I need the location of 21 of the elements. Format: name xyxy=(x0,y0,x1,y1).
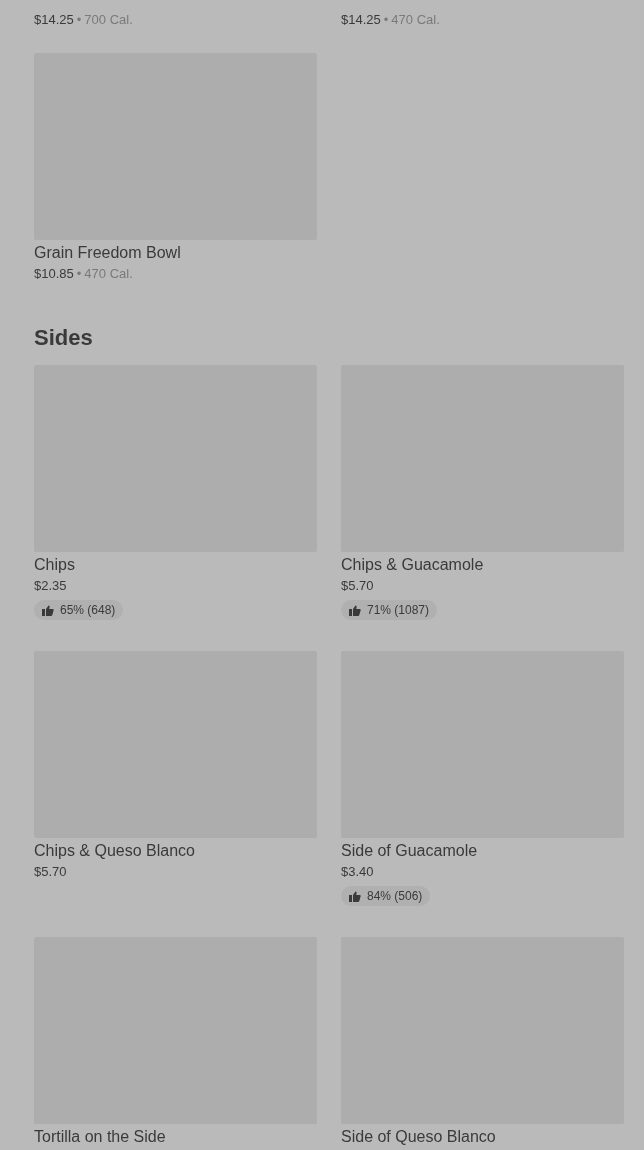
item-name[interactable]: Chips & Guacamole xyxy=(341,555,624,574)
price-line: $14.25 • 470 Cal. xyxy=(341,11,441,29)
price-line: $5.70 xyxy=(34,863,68,881)
item-name[interactable]: Grain Freedom Bowl xyxy=(34,243,317,262)
section-heading: Sides xyxy=(34,325,94,351)
price-line: $3.40 xyxy=(341,863,375,881)
price-line: $2.35 xyxy=(34,577,68,595)
rating-badge: 71% (1087) xyxy=(341,600,438,620)
rating-badge: 65% (648) xyxy=(34,600,124,620)
price-line: $10.85 • 470 Cal. xyxy=(34,265,134,283)
item-name[interactable]: Side of Guacamole xyxy=(341,841,624,860)
thumbs-up-icon xyxy=(349,890,361,902)
item-name[interactable]: Tortilla on the Side xyxy=(34,1127,317,1146)
item-name[interactable]: Chips & Queso Blanco xyxy=(34,841,317,860)
price-line: $5.70 xyxy=(341,577,375,595)
rating-badge: 84% (506) xyxy=(341,886,431,906)
thumbs-up-icon xyxy=(349,604,361,616)
item-name[interactable]: Chips xyxy=(34,555,317,574)
price-line: $14.25 • 700 Cal. xyxy=(34,11,134,29)
thumbs-up-icon xyxy=(42,604,54,616)
item-name[interactable]: Side of Queso Blanco xyxy=(341,1127,624,1146)
